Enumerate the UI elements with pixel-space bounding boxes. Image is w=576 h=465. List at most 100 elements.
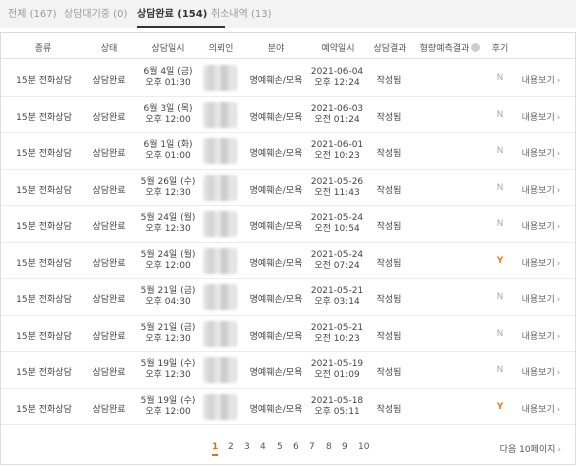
consult-time: 오후 12:30 (145, 370, 191, 380)
chevron-right-icon: › (556, 331, 561, 342)
page-link[interactable]: 2 (228, 442, 234, 452)
next-10-pages-button[interactable]: 다음 10페이지 › (500, 442, 561, 455)
consult-type: 15분 전화상담 (16, 331, 72, 342)
consult-field: 명예훼손/모욕 (249, 404, 303, 415)
table-row[interactable]: 15분 전화상담 상담완료 5월 19일 (수) 오후 12:00 명예훼손/모… (1, 389, 575, 425)
reserved-time: 오후 12:24 (314, 78, 360, 88)
table-row[interactable]: 15분 전화상담 상담완료 6월 1일 (화) 오후 01:00 명예훼손/모욕… (1, 133, 575, 170)
reserved-date: 2021-05-21 (310, 322, 364, 333)
consult-field: 명예훼손/모욕 (249, 185, 303, 196)
review-flag: N (496, 109, 504, 120)
review-flag: N (496, 146, 504, 156)
col-review: 후기 (491, 44, 509, 54)
consult-result: 작성됨 (376, 258, 402, 269)
consult-date: 5월 24일 (월) (140, 249, 196, 260)
view-detail-link[interactable]: 내용보기 › (517, 73, 565, 86)
help-circle-icon[interactable] (471, 43, 481, 52)
consult-status: 상담완료 (92, 222, 126, 232)
consult-status: 상담완료 (92, 404, 126, 415)
view-detail-link[interactable]: 내용보기 › (517, 292, 565, 305)
review-flag: Y (496, 401, 504, 412)
table-row[interactable]: 15분 전화상담 상담완료 5월 21일 (금) 오후 04:30 명예훼손/모… (1, 279, 575, 316)
review-flag: N (496, 365, 504, 375)
consult-time: 오후 01:00 (145, 151, 191, 161)
page-link[interactable]: 3 (244, 442, 250, 452)
chevron-right-icon: › (556, 222, 561, 232)
consult-field: 명예훼손/모욕 (249, 222, 303, 232)
chevron-right-icon: › (556, 368, 561, 378)
blurred-client-name (203, 284, 237, 310)
consult-result: 작성됨 (376, 295, 402, 305)
consult-status: 상담완료 (92, 149, 126, 159)
status-tab-bar: 전체 (167) 상담대기중 (0) 상담완료 (154) 취소내역 (13) (0, 0, 576, 28)
view-detail-label: 내용보기 (521, 222, 555, 232)
reserved-time: 오후 05:11 (314, 406, 360, 417)
reserved-datetime: 2021-05-24 오전 10:54 (309, 213, 365, 235)
tab-waiting[interactable]: 상담대기중 (0) (64, 5, 127, 20)
page-link[interactable]: 6 (293, 442, 299, 452)
chevron-right-icon: › (556, 185, 561, 196)
col-type: 종류 (34, 44, 52, 54)
table-row[interactable]: 15분 전화상담 상담완료 5월 21일 (금) 오후 12:30 명예훼손/모… (1, 316, 575, 352)
tab-all[interactable]: 전체 (167) (8, 5, 56, 20)
reserved-date: 2021-05-26 (310, 176, 364, 187)
consult-datetime: 5월 21일 (금) 오후 04:30 (135, 286, 201, 308)
col-prediction: 형량예측결과 (415, 41, 485, 54)
page-link[interactable]: 1 (212, 442, 218, 452)
table-row[interactable]: 15분 전화상담 상담완료 5월 26일 (수) 오후 12:30 명예훼손/모… (1, 170, 575, 206)
reserved-time: 오후 03:14 (314, 297, 360, 307)
table-row[interactable]: 15분 전화상담 상담완료 6월 3일 (목) 오후 12:00 명예훼손/모욕… (1, 97, 575, 133)
col-field: 분야 (267, 44, 285, 54)
consult-result: 작성됨 (376, 331, 402, 342)
reserved-date: 2021-06-03 (310, 103, 364, 114)
page-link[interactable]: 9 (342, 442, 348, 452)
reserved-time: 오전 10:23 (314, 151, 360, 161)
page-link[interactable]: 7 (309, 442, 315, 452)
consult-type: 15분 전화상담 (16, 149, 72, 159)
next-10-label: 다음 10페이지 (499, 445, 556, 455)
view-detail-link[interactable]: 내용보기 › (517, 329, 565, 342)
reserved-time: 오전 01:09 (314, 370, 360, 380)
table-row[interactable]: 15분 전화상담 상담완료 5월 19일 (수) 오후 12:30 명예훼손/모… (1, 352, 575, 389)
tab-cancelled[interactable]: 취소내역 (13) (211, 5, 272, 20)
tab-completed[interactable]: 상담완료 (154) (137, 5, 207, 20)
pagination: 1 2 3 4 5 6 7 8 9 10 다음 10페이지 › (1, 437, 575, 461)
chevron-right-icon: › (556, 149, 561, 159)
page-link[interactable]: 4 (260, 442, 266, 452)
consult-time: 오후 12:30 (145, 333, 191, 344)
reserved-date: 2021-06-04 (310, 67, 364, 77)
table-row[interactable]: 15분 전화상담 상담완료 5월 24일 (월) 오후 12:30 명예훼손/모… (1, 206, 575, 243)
reserved-datetime: 2021-05-21 오후 03:14 (309, 286, 365, 308)
table-row[interactable]: 15분 전화상담 상담완료 6월 4일 (금) 오후 01:30 명예훼손/모욕… (1, 60, 575, 97)
reserved-time: 오전 10:23 (314, 333, 360, 344)
chevron-right-icon: › (556, 76, 561, 86)
page-link[interactable]: 10 (358, 442, 369, 452)
consult-status: 상담완료 (92, 76, 126, 86)
reserved-datetime: 2021-06-04 오후 12:24 (309, 67, 365, 89)
table-header: 종류 상태 상담일시 의뢰인 분야 예약일시 상담결과 형량예측결과 후기 (1, 33, 575, 59)
page-link[interactable]: 5 (277, 442, 283, 452)
view-detail-link[interactable]: 내용보기 › (517, 219, 565, 232)
view-detail-link[interactable]: 내용보기 › (517, 146, 565, 159)
view-detail-label: 내용보기 (521, 295, 555, 305)
table-row[interactable]: 15분 전화상담 상담완료 5월 24일 (월) 오후 12:00 명예훼손/모… (1, 243, 575, 279)
col-datetime: 상담일시 (151, 44, 185, 54)
review-flag: N (496, 219, 504, 229)
view-detail-link[interactable]: 내용보기 › (517, 183, 565, 196)
blurred-client-name (203, 101, 237, 128)
view-detail-link[interactable]: 내용보기 › (517, 402, 565, 415)
view-detail-link[interactable]: 내용보기 › (517, 110, 565, 123)
reserved-date: 2021-06-01 (310, 140, 364, 150)
view-detail-label: 내용보기 (521, 185, 555, 196)
review-flag: N (496, 73, 504, 83)
consult-datetime: 5월 21일 (금) 오후 12:30 (135, 323, 201, 345)
consult-type: 15분 전화상담 (16, 222, 72, 232)
page-link[interactable]: 8 (326, 442, 332, 452)
consult-status: 상담완료 (92, 295, 126, 305)
col-result: 상담결과 (373, 44, 407, 54)
view-detail-link[interactable]: 내용보기 › (517, 365, 565, 378)
view-detail-label: 내용보기 (521, 149, 555, 159)
view-detail-link[interactable]: 내용보기 › (517, 256, 565, 269)
chevron-right-icon: › (556, 112, 561, 123)
consult-type: 15분 전화상담 (16, 368, 72, 378)
